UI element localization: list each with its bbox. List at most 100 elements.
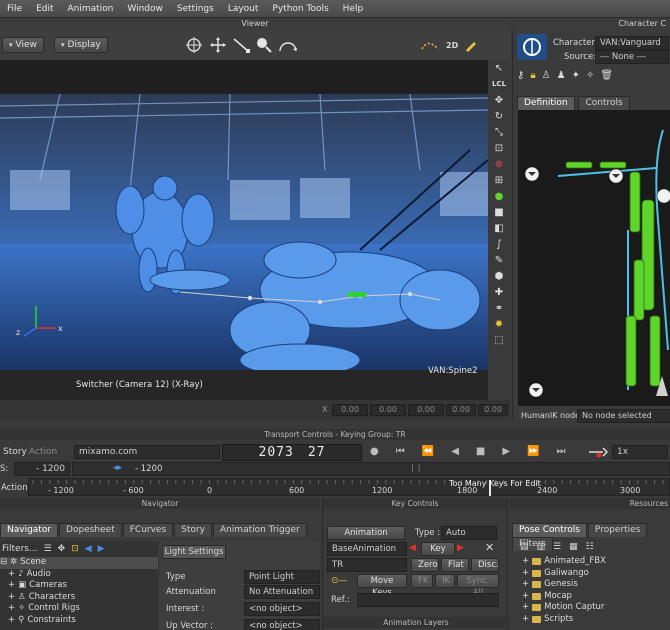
tab-navigator[interactable]: Navigator (0, 523, 59, 537)
expand-icon[interactable]: ✥ (58, 544, 66, 554)
menu-window[interactable]: Window (120, 4, 170, 14)
link-icon[interactable]: ⚭ (488, 300, 510, 316)
expand-toggle-icon[interactable]: + (8, 569, 15, 581)
folder-item[interactable]: + Genesis (522, 579, 670, 591)
translate-tool-icon[interactable]: ✥ (488, 92, 510, 108)
step-back-icon[interactable]: ⏪ (422, 446, 434, 457)
expand-toggle-icon[interactable]: + (8, 592, 15, 604)
expand-toggle-icon[interactable]: + (8, 603, 15, 615)
disc-button[interactable]: Disc. (471, 558, 499, 572)
start-frame-field[interactable]: - 1200 (14, 462, 70, 476)
rotate-tool-icon[interactable]: ↻ (488, 108, 510, 124)
frame-counter[interactable]: 2073 27 (222, 444, 362, 461)
bones-icon[interactable]: ✦ (572, 70, 580, 81)
record-icon[interactable]: ● (370, 446, 379, 457)
expand-toggle-icon[interactable]: + (522, 568, 529, 580)
translate-icon[interactable] (210, 37, 226, 53)
play-icon[interactable]: ▶ (502, 446, 510, 457)
playback-speed-select[interactable]: 1x (612, 445, 668, 459)
menu-settings[interactable]: Settings (170, 4, 221, 14)
forward-arrow-icon[interactable]: ▶ (98, 544, 105, 554)
dotted-curve-icon[interactable] (420, 36, 440, 52)
humanik-node-field[interactable]: No node selected (577, 409, 670, 423)
light-settings-tab[interactable]: Light Settings (162, 545, 226, 559)
menu-animation[interactable]: Animation (61, 4, 121, 14)
key-button[interactable]: Key (421, 542, 455, 556)
frame-icon[interactable]: ⬚ (488, 332, 510, 348)
tree-item-control-rigs[interactable]: + ✧ Control Rigs (0, 603, 158, 615)
ref-field[interactable] (357, 593, 499, 607)
layer-select[interactable]: BaseAnimation (327, 542, 407, 556)
tab-animation-trigger[interactable]: Animation Trigger (212, 523, 307, 537)
close-icon[interactable]: ✕ (485, 541, 494, 554)
orbit-icon[interactable] (279, 42, 297, 52)
delete-icon[interactable]: 🗑︎ (600, 70, 613, 81)
ik-button[interactable]: IK (435, 574, 455, 588)
tree-item-scene[interactable]: ⊟ ✲ Scene (0, 557, 158, 569)
stop-icon[interactable]: ■ (476, 446, 485, 457)
globe-icon[interactable]: ● (488, 188, 510, 204)
prop-type-field[interactable]: Point Light (244, 570, 320, 584)
select-arrow-icon[interactable]: ↖ (488, 60, 510, 76)
key-icon[interactable]: ⚷ (517, 70, 524, 81)
sync-all-button[interactable]: Sync. All (457, 574, 499, 598)
loop-icon[interactable] (586, 445, 608, 459)
menu-edit[interactable]: Edit (29, 4, 60, 14)
brush-icon[interactable]: ✎ (488, 252, 510, 268)
tab-definition[interactable]: Definition (517, 96, 575, 110)
column-view-icon[interactable]: ▦ (569, 542, 578, 552)
coord-field[interactable]: 0.00 (478, 404, 508, 416)
tab-pose-controls[interactable]: Pose Controls (512, 523, 587, 537)
curve-icon[interactable]: ∫ (488, 236, 510, 252)
menu-layout[interactable]: Layout (221, 4, 266, 14)
reach-icon[interactable]: ⊞ (488, 172, 510, 188)
zoom-handle-icon[interactable]: ◂▸ (113, 463, 122, 473)
menu-file[interactable]: File (0, 4, 29, 14)
goto-start-icon[interactable]: ⏮ (396, 446, 405, 457)
folder-item[interactable]: + Animated_FBX (522, 556, 670, 568)
tab-properties[interactable]: Properties (587, 523, 648, 537)
tree-item-constraints[interactable]: + ⚲ Constraints (0, 615, 158, 627)
tab-filters[interactable]: Filters (512, 537, 553, 551)
pose-icon[interactable]: ♙ (542, 70, 551, 81)
sun-icon[interactable]: ✹ (488, 316, 510, 332)
tree-item-cameras[interactable]: + ▣ Cameras (0, 580, 158, 592)
pivot-icon[interactable]: ⊡ (488, 140, 510, 156)
action-dropdown[interactable]: Action (29, 447, 57, 457)
tab-fcurves[interactable]: FCurves (122, 523, 174, 537)
hexagon-icon[interactable]: ⬢ (488, 268, 510, 284)
folder-item[interactable]: + Galiwango (522, 568, 670, 580)
play-back-icon[interactable]: ◀ (451, 446, 459, 457)
next-key-icon[interactable]: ▶ (457, 543, 464, 553)
selected-bone[interactable] (348, 292, 366, 297)
view-menu-button[interactable]: ▾ View (2, 37, 44, 53)
display-menu-button[interactable]: ▾ Display (54, 37, 108, 53)
animation-mode-button[interactable]: Animation (327, 526, 405, 540)
lock-icon[interactable]: 🔒︎ (530, 70, 535, 81)
ik-fk-icon[interactable]: ⊕ (488, 156, 510, 172)
take-select[interactable]: mixamo.com (74, 445, 220, 459)
tree-item-audio[interactable]: + ♪ Audio (0, 569, 158, 581)
move-keys-icon[interactable]: ⊙— (331, 576, 348, 586)
filters-button[interactable]: Filters... (2, 544, 38, 554)
tree-item-characters[interactable]: + ♙ Characters (0, 592, 158, 604)
prev-key-icon[interactable]: ◀ (409, 543, 416, 553)
flat-button[interactable]: Flat (441, 558, 469, 572)
scale-icon[interactable] (233, 38, 250, 53)
goto-end-icon[interactable]: ⏭ (557, 446, 566, 457)
zoom-bar[interactable]: ◂▸ - 1200 ❘❘ (72, 462, 670, 476)
folder-item[interactable]: + Scripts (522, 614, 670, 626)
humanik-figure[interactable] (518, 110, 670, 406)
mode-2d-label[interactable]: 2D (446, 41, 458, 50)
prop-upvector-field[interactable]: <no object> (244, 619, 320, 630)
cube-icon[interactable]: ■ (488, 204, 510, 220)
rotate-icon[interactable] (186, 37, 202, 53)
coord-field[interactable]: 0.00 (408, 404, 444, 416)
local-space-icon[interactable]: LCL (488, 76, 510, 92)
view-icon[interactable]: ▤ (520, 542, 529, 552)
pencil-icon[interactable] (464, 38, 478, 52)
keying-group-select[interactable]: TR (327, 558, 407, 572)
zero-button[interactable]: Zero (411, 558, 439, 572)
3d-viewport[interactable]: x z Switcher (Camera 12) (X-Ray) VAN:Spi… (0, 60, 488, 400)
list-icon[interactable]: ☰ (44, 544, 52, 554)
